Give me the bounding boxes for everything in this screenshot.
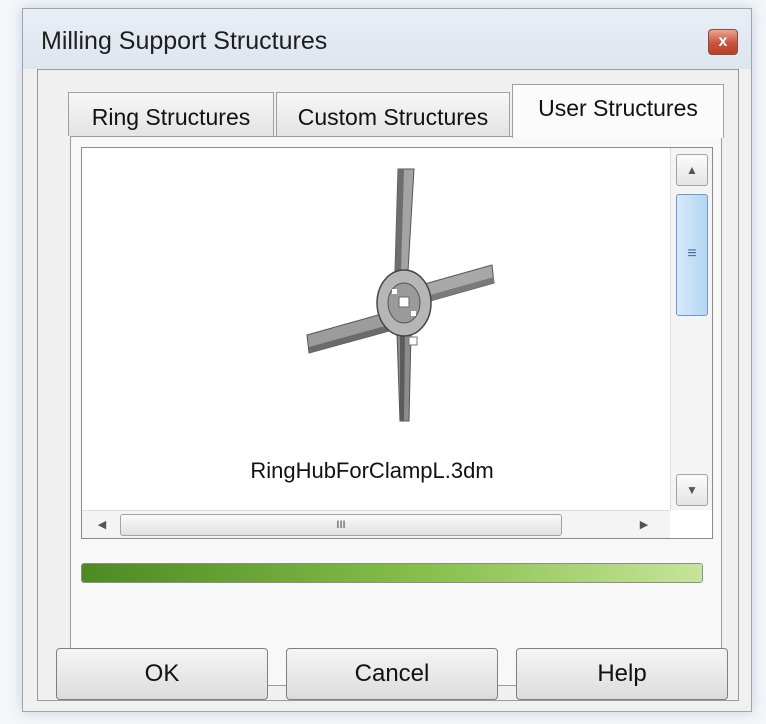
vertical-scrollbar[interactable]: ▲ ≡ ▼ (670, 148, 712, 510)
help-button[interactable]: Help (516, 648, 728, 700)
ring-hub-thumbnail[interactable] (297, 163, 497, 433)
scroll-down-button[interactable]: ▼ (676, 474, 708, 506)
vertical-scroll-thumb[interactable]: ≡ (676, 194, 708, 316)
structure-viewer[interactable]: RingHubForClampL.3dm ▲ ≡ ▼ ◀ III ▶ (81, 147, 713, 539)
dialog-body: Ring Structures Custom Structures User S… (37, 69, 739, 701)
close-button[interactable]: x (708, 29, 738, 55)
progress-fill (82, 564, 702, 582)
tab-label: User Structures (538, 95, 698, 121)
tab-label: Ring Structures (91, 104, 251, 130)
scroll-up-icon: ▲ (686, 163, 698, 177)
scroll-right-icon: ▶ (639, 519, 649, 531)
tab-panel: RingHubForClampL.3dm ▲ ≡ ▼ ◀ III ▶ (70, 136, 722, 686)
dialog-window: Milling Support Structures x Ring Struct… (22, 8, 752, 712)
progress-bar (81, 563, 703, 583)
cancel-button[interactable]: Cancel (286, 648, 498, 700)
tab-custom-structures[interactable]: Custom Structures (276, 92, 510, 136)
scroll-left-button[interactable]: ◀ (92, 515, 112, 535)
grip-icon: III (336, 519, 346, 531)
tab-user-structures[interactable]: User Structures (512, 84, 724, 138)
tab-label: Custom Structures (297, 104, 489, 130)
scroll-right-button[interactable]: ▶ (634, 515, 654, 535)
close-icon: x (718, 33, 728, 50)
ok-button[interactable]: OK (56, 648, 268, 700)
structure-filename: RingHubForClampL.3dm (250, 458, 494, 483)
four-arm-ring-hub-icon (306, 168, 495, 422)
horizontal-scrollbar[interactable]: ◀ III ▶ (82, 510, 670, 538)
scroll-left-icon: ◀ (97, 519, 107, 531)
scroll-up-button[interactable]: ▲ (676, 154, 708, 186)
tab-ring-structures[interactable]: Ring Structures (68, 92, 274, 136)
horizontal-scroll-thumb[interactable]: III (120, 514, 562, 536)
grip-icon: ≡ (687, 245, 697, 262)
window-title: Milling Support Structures (41, 27, 328, 55)
title-bar: Milling Support Structures x (23, 9, 751, 69)
scroll-down-icon: ▼ (686, 483, 698, 497)
